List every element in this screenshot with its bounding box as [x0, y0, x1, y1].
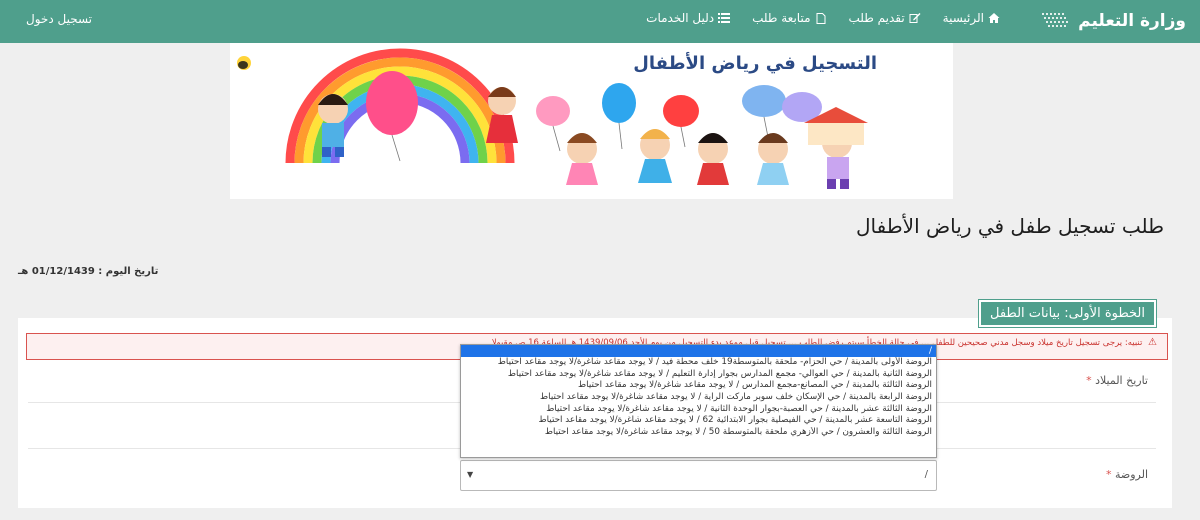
- birthdate-label-text: تاريخ الميلاد: [1095, 374, 1148, 387]
- nav-submit-request[interactable]: تقديم طلب: [849, 11, 921, 25]
- chevron-down-icon: ▼: [467, 470, 474, 479]
- required-mark: *: [1105, 468, 1112, 481]
- page-title: طلب تسجيل طفل في رياض الأطفال: [856, 214, 1164, 238]
- dropdown-option[interactable]: الروضة التاسعة عشر بالمدينة / حي الفيصلي…: [461, 415, 936, 427]
- nav-services-guide[interactable]: دليل الخدمات: [646, 11, 731, 25]
- brand-name: وزارة التعليم: [1078, 11, 1186, 31]
- top-navbar: وزارة التعليم الرئيسية تقديم طلب متابعة …: [0, 0, 1200, 43]
- kindergarten-label-text: الروضة: [1114, 468, 1148, 481]
- ministry-logo-icon: [1042, 13, 1069, 27]
- dropdown-option[interactable]: الروضة الثانية بالمدينة / حي العوالي- مج…: [461, 369, 936, 381]
- list-icon: [718, 13, 731, 23]
- nav-track-request-label: متابعة طلب: [752, 11, 811, 25]
- dropdown-option[interactable]: /: [461, 345, 936, 357]
- nav-services-guide-label: دليل الخدمات: [646, 11, 715, 25]
- kindergarten-label: الروضة *: [1106, 468, 1148, 481]
- main-nav: الرئيسية تقديم طلب متابعة طلب دليل الخدم…: [646, 11, 1000, 25]
- login-link[interactable]: تسجيل دخول: [26, 12, 92, 26]
- nav-submit-request-label: تقديم طلب: [848, 11, 905, 25]
- dropdown-option[interactable]: الروضة الثالثة عشر بالمدينة / حي العصبة-…: [461, 404, 936, 416]
- step-header: الخطوة الأولى: بيانات الطفل: [977, 299, 1158, 328]
- edit-icon: [909, 13, 921, 23]
- banner-title: التسجيل في رياض الأطفال: [633, 53, 877, 74]
- dropdown-option[interactable]: الروضة الثالثة بالمدينة / حي المصانع-مجم…: [461, 380, 936, 392]
- kindergarten-dropdown-list: / الروضة الأولى بالمدينة / حي الحزام- مل…: [460, 344, 937, 458]
- kindergarten-select[interactable]: / ▼: [460, 460, 937, 491]
- kindergarten-select-value: /: [924, 469, 928, 480]
- kindergarten-banner: التسجيل في رياض الأطفال: [230, 43, 953, 199]
- nav-home-label: الرئيسية: [942, 11, 984, 25]
- nav-home[interactable]: الرئيسية: [943, 11, 1000, 25]
- document-icon: [816, 12, 825, 24]
- home-icon: [988, 13, 1000, 23]
- nav-track-request[interactable]: متابعة طلب: [752, 11, 826, 25]
- birthdate-label: تاريخ الميلاد *: [1086, 374, 1148, 387]
- warning-icon: ⚠: [1148, 337, 1157, 348]
- ministry-brand[interactable]: وزارة التعليم: [1042, 6, 1186, 36]
- dropdown-option[interactable]: الروضة الرابعة بالمدينة / حي الإسكان خلف…: [461, 392, 936, 404]
- dropdown-option[interactable]: الروضة الأولى بالمدينة / حي الحزام- ملحق…: [461, 357, 936, 369]
- today-date: تاريخ اليوم : 01/12/1439 هـ: [18, 266, 159, 277]
- required-mark: *: [1086, 374, 1092, 387]
- dropdown-option[interactable]: الروضة الثالثة والعشرون / حي الأزهري ملح…: [461, 427, 936, 439]
